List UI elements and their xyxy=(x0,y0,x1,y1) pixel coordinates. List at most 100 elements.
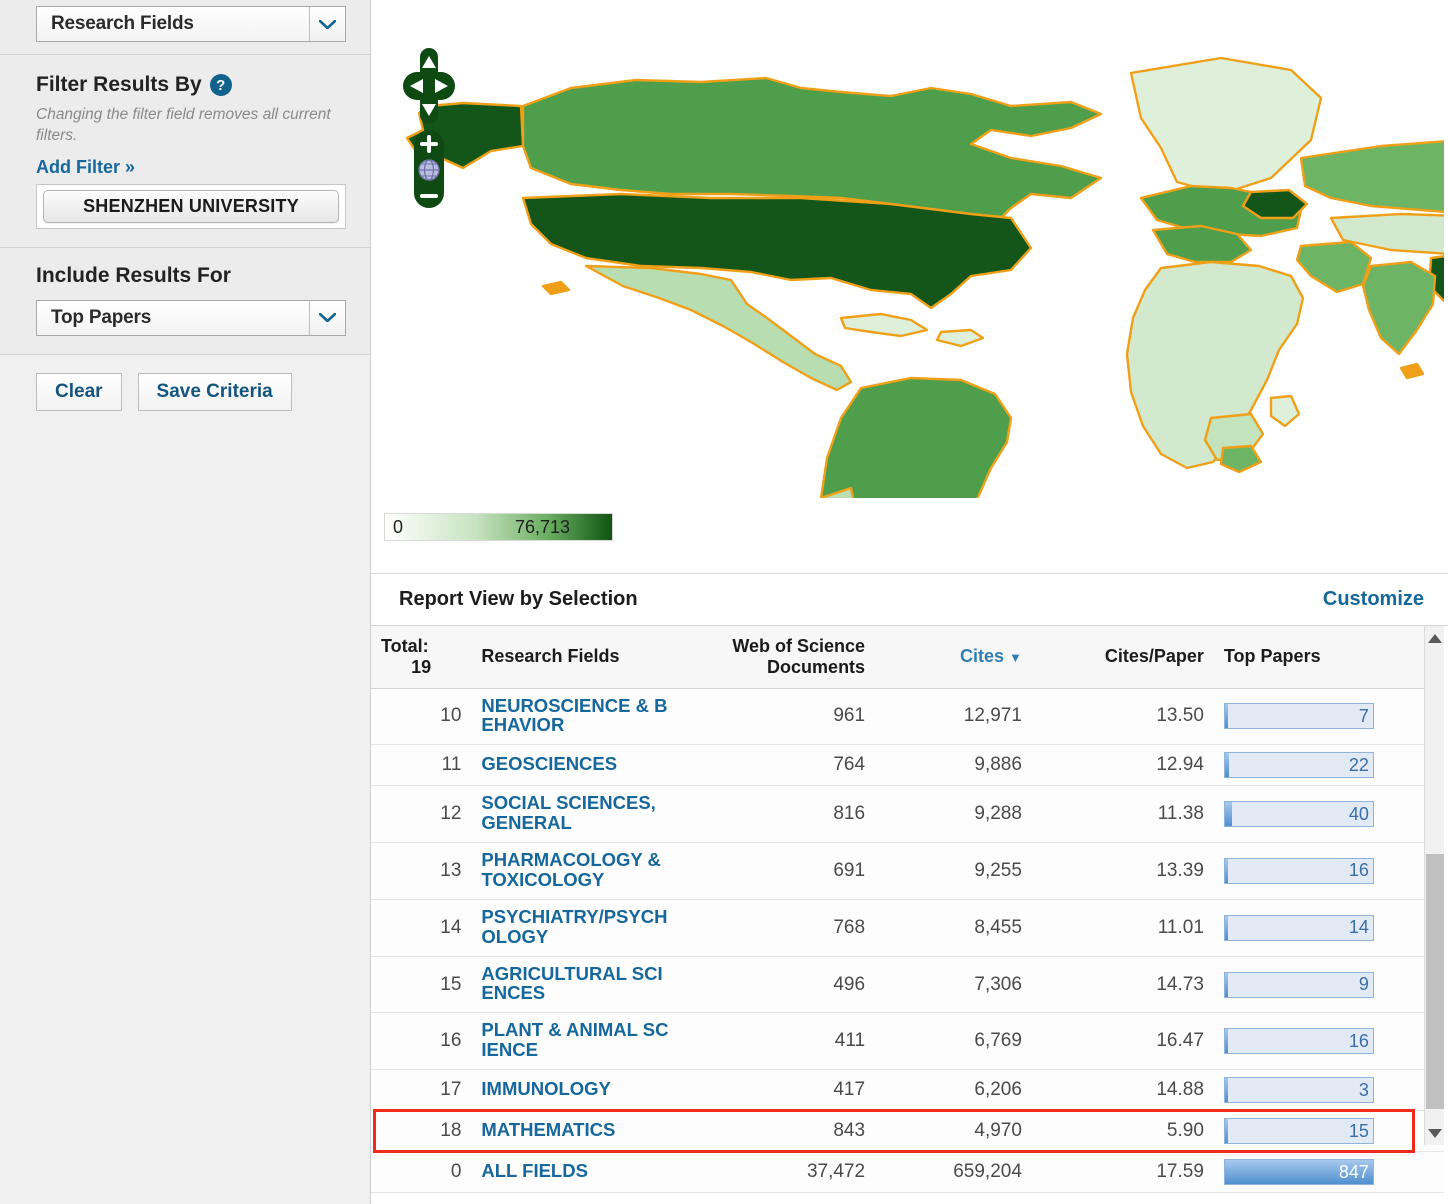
legend-min-label: 0 xyxy=(393,517,403,538)
row-documents: 764 xyxy=(681,745,876,786)
row-documents: 816 xyxy=(681,786,876,843)
help-question-icon[interactable]: ? xyxy=(210,74,232,96)
table-row[interactable]: 0ALL FIELDS37,472659,20417.59847 xyxy=(371,1152,1444,1193)
row-research-field[interactable]: AGRICULTURAL SCIENCES xyxy=(471,956,680,1013)
research-field-link[interactable]: IMMUNOLOGY xyxy=(481,1079,611,1099)
research-field-link[interactable]: ALL FIELDS xyxy=(481,1161,588,1181)
report-table-body: 10NEUROSCIENCE & BEHAVIOR96112,97113.507… xyxy=(371,688,1444,1193)
row-cites: 9,886 xyxy=(875,745,1032,786)
row-research-field[interactable]: GEOSCIENCES xyxy=(471,745,680,786)
row-research-field[interactable]: PHARMACOLOGY & TOXICOLOGY xyxy=(471,843,680,900)
table-row[interactable]: 10NEUROSCIENCE & BEHAVIOR96112,97113.507 xyxy=(371,688,1444,745)
row-documents: 37,472 xyxy=(681,1152,876,1193)
sort-desc-caret-icon[interactable]: ▼ xyxy=(1009,650,1022,665)
include-results-title: Include Results For xyxy=(36,264,348,288)
total-label: Total: xyxy=(381,636,429,656)
total-value: 19 xyxy=(381,657,461,678)
row-rank: 17 xyxy=(371,1070,471,1111)
col-research-fields[interactable]: Research Fields xyxy=(471,626,680,688)
report-table-head: Total: 19 Research Fields Web of Science… xyxy=(371,626,1444,688)
chevron-down-icon[interactable] xyxy=(309,301,345,335)
row-top-papers: 22 xyxy=(1214,745,1444,786)
row-cites: 6,769 xyxy=(875,1013,1032,1070)
clear-button[interactable]: Clear xyxy=(36,373,122,411)
map-pan-pad[interactable] xyxy=(403,48,455,124)
research-field-link[interactable]: PSYCHIATRY/PSYCHOLOGY xyxy=(481,907,670,947)
table-row[interactable]: 16PLANT & ANIMAL SCIENCE4116,76916.4716 xyxy=(371,1013,1444,1070)
row-research-field[interactable]: SOCIAL SCIENCES, GENERAL xyxy=(471,786,680,843)
row-rank: 15 xyxy=(371,956,471,1013)
row-cites-per-paper: 11.38 xyxy=(1032,786,1214,843)
research-field-link[interactable]: AGRICULTURAL SCIENCES xyxy=(481,964,670,1004)
row-top-papers: 3 xyxy=(1214,1070,1444,1111)
add-filter-link[interactable]: Add Filter » xyxy=(36,157,135,178)
col-documents[interactable]: Web of Science Documents xyxy=(681,626,876,688)
row-research-field[interactable]: NEUROSCIENCE & BEHAVIOR xyxy=(471,688,680,745)
row-research-field[interactable]: IMMUNOLOGY xyxy=(471,1070,680,1111)
top-papers-gauge: 40 xyxy=(1224,801,1374,827)
row-research-field[interactable]: PSYCHIATRY/PSYCHOLOGY xyxy=(471,899,680,956)
table-row[interactable]: 13PHARMACOLOGY & TOXICOLOGY6919,25513.39… xyxy=(371,843,1444,900)
filter-results-title: Filter Results By ? xyxy=(36,73,348,97)
table-row[interactable]: 11GEOSCIENCES7649,88612.9422 xyxy=(371,745,1444,786)
active-filter-chip[interactable]: SHENZHEN UNIVERSITY xyxy=(43,190,339,223)
row-research-field[interactable]: MATHEMATICS xyxy=(471,1111,680,1152)
world-map[interactable] xyxy=(371,18,1444,498)
world-map-panel[interactable]: 0 76,713 xyxy=(371,0,1448,574)
row-documents: 417 xyxy=(681,1070,876,1111)
row-cites-per-paper: 13.39 xyxy=(1032,843,1214,900)
table-row[interactable]: 14PSYCHIATRY/PSYCHOLOGY7688,45511.0114 xyxy=(371,899,1444,956)
app-root: Research Fields Filter Results By ? Chan… xyxy=(0,0,1448,1204)
row-cites: 659,204 xyxy=(875,1152,1032,1193)
row-top-papers: 9 xyxy=(1214,956,1444,1013)
row-cites-per-paper: 16.47 xyxy=(1032,1013,1214,1070)
row-cites: 8,455 xyxy=(875,899,1032,956)
row-top-papers: 847 xyxy=(1214,1152,1444,1193)
filter-results-section: Filter Results By ? Changing the filter … xyxy=(0,55,370,248)
save-criteria-button[interactable]: Save Criteria xyxy=(138,373,292,411)
top-papers-gauge: 14 xyxy=(1224,915,1374,941)
customize-link[interactable]: Customize xyxy=(1323,588,1424,611)
row-documents: 411 xyxy=(681,1013,876,1070)
include-results-select[interactable]: Top Papers xyxy=(36,300,346,336)
research-field-link[interactable]: GEOSCIENCES xyxy=(481,754,617,774)
row-documents: 768 xyxy=(681,899,876,956)
top-papers-gauge: 847 xyxy=(1224,1159,1374,1185)
table-row[interactable]: 15AGRICULTURAL SCIENCES4967,30614.739 xyxy=(371,956,1444,1013)
research-field-link[interactable]: SOCIAL SCIENCES, GENERAL xyxy=(481,793,670,833)
research-field-link[interactable]: MATHEMATICS xyxy=(481,1120,615,1140)
row-rank: 13 xyxy=(371,843,471,900)
research-field-link[interactable]: PLANT & ANIMAL SCIENCE xyxy=(481,1020,670,1060)
row-research-field[interactable]: PLANT & ANIMAL SCIENCE xyxy=(471,1013,680,1070)
top-papers-gauge: 7 xyxy=(1224,703,1374,729)
col-cites[interactable]: Cites ▼ xyxy=(875,626,1032,688)
row-top-papers: 15 xyxy=(1214,1111,1444,1152)
row-research-field[interactable]: ALL FIELDS xyxy=(471,1152,680,1193)
top-papers-value: 3 xyxy=(1359,1078,1369,1102)
map-controls[interactable] xyxy=(403,48,455,208)
col-cites-label[interactable]: Cites xyxy=(960,646,1004,666)
research-field-link[interactable]: NEUROSCIENCE & BEHAVIOR xyxy=(481,696,670,736)
research-field-select[interactable]: Research Fields xyxy=(36,6,346,42)
top-papers-value: 9 xyxy=(1359,973,1369,997)
filter-change-note: Changing the filter field removes all cu… xyxy=(36,105,348,147)
report-table-area: Total: 19 Research Fields Web of Science… xyxy=(371,626,1444,1193)
scroll-up-arrow-icon[interactable] xyxy=(1425,628,1445,648)
scroll-down-arrow-icon[interactable] xyxy=(1425,1123,1445,1143)
table-header-row: Total: 19 Research Fields Web of Science… xyxy=(371,626,1444,688)
table-scrollbar[interactable] xyxy=(1424,626,1444,1145)
table-row[interactable]: 12SOCIAL SCIENCES, GENERAL8169,28811.384… xyxy=(371,786,1444,843)
table-row[interactable]: 17IMMUNOLOGY4176,20614.883 xyxy=(371,1070,1444,1111)
research-field-link[interactable]: PHARMACOLOGY & TOXICOLOGY xyxy=(481,850,670,890)
table-row[interactable]: 18MATHEMATICS8434,9705.9015 xyxy=(371,1111,1444,1152)
row-rank: 0 xyxy=(371,1152,471,1193)
main-content: 0 76,713 Report View by Selection Custom… xyxy=(371,0,1448,1204)
scrollbar-thumb[interactable] xyxy=(1426,854,1444,1109)
row-rank: 18 xyxy=(371,1111,471,1152)
col-top-papers[interactable]: Top Papers xyxy=(1214,626,1444,688)
chevron-down-icon[interactable] xyxy=(309,7,345,41)
map-zoom-pad[interactable] xyxy=(414,130,444,208)
row-top-papers: 40 xyxy=(1214,786,1444,843)
col-cites-per-paper[interactable]: Cites/Paper xyxy=(1032,626,1214,688)
report-header: Report View by Selection Customize xyxy=(371,574,1448,626)
